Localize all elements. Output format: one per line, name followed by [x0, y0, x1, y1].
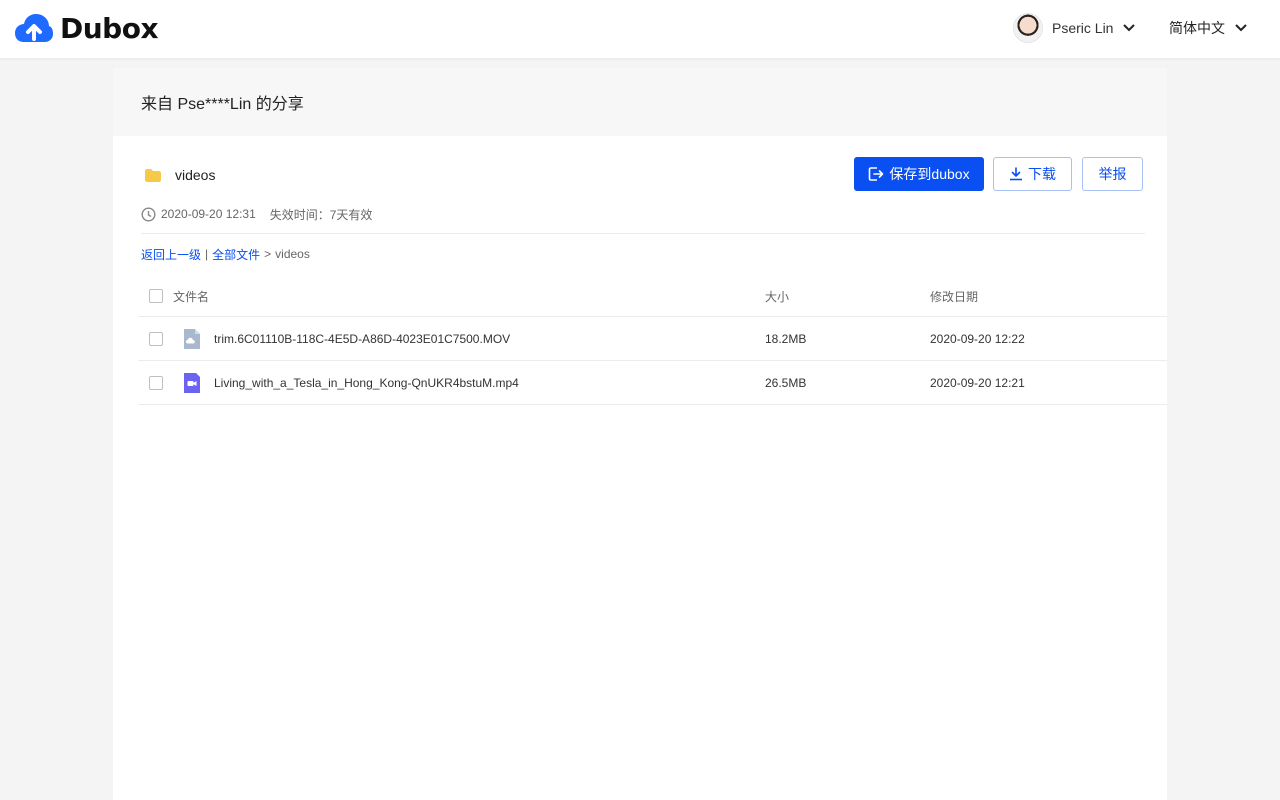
folder-icon [145, 168, 161, 182]
row-checkbox[interactable] [149, 331, 163, 346]
save-to-dubox-button[interactable]: 保存到dubox [854, 157, 984, 191]
chevron-down-icon [1123, 24, 1136, 32]
back-link[interactable]: 返回上一级 [141, 246, 201, 263]
file-size: 18.2MB [765, 332, 807, 346]
divider [141, 233, 1145, 234]
column-header-size: 大小 [765, 290, 790, 304]
folder-title: videos [145, 164, 215, 186]
language-selector[interactable]: 简体中文 [1169, 12, 1247, 44]
breadcrumb-current: videos [275, 247, 310, 261]
column-header-name: 文件名 [173, 290, 210, 304]
select-all-checkbox[interactable] [149, 288, 163, 303]
cloud-upload-icon [15, 14, 53, 42]
file-modified: 2020-09-20 12:21 [930, 376, 1025, 390]
save-label: 保存到dubox [889, 166, 970, 182]
download-icon [1009, 167, 1023, 181]
breadcrumb: 返回上一级 | 全部文件 > videos [141, 246, 310, 262]
avatar [1013, 13, 1043, 43]
share-header: 来自 Pse****Lin 的分享 [113, 68, 1167, 136]
table-header: 文件名 大小 修改日期 [138, 275, 1167, 317]
table-row[interactable]: Living_with_a_Tesla_in_Hong_Kong-QnUKR4b… [138, 361, 1167, 405]
share-date: 2020-09-20 12:31 [161, 207, 256, 221]
share-meta: 2020-09-20 12:31 失效时间：7天有效 [141, 205, 372, 223]
download-label: 下载 [1028, 166, 1056, 182]
all-files-link[interactable]: 全部文件 [212, 246, 260, 263]
breadcrumb-arrow: > [264, 247, 272, 261]
report-label: 举报 [1098, 166, 1127, 182]
file-size: 26.5MB [765, 376, 807, 390]
chevron-down-icon [1235, 24, 1247, 32]
column-header-modified: 修改日期 [930, 290, 979, 304]
share-expiry: 失效时间：7天有效 [269, 207, 373, 222]
table-row[interactable]: trim.6C01110B-118C-4E5D-A86D-4023E01C750… [138, 317, 1167, 361]
share-title: 来自 Pse****Lin 的分享 [141, 96, 304, 113]
breadcrumb-separator: | [205, 247, 209, 261]
folder-name: videos [175, 167, 216, 183]
video-file-icon [181, 372, 203, 394]
top-bar: Dubox Pseric Lin 简体中文 [0, 0, 1280, 58]
report-button[interactable]: 举报 [1082, 157, 1143, 191]
brand-name: Dubox [60, 11, 159, 45]
language-label: 简体中文 [1169, 20, 1225, 36]
file-name[interactable]: Living_with_a_Tesla_in_Hong_Kong-QnUKR4b… [214, 376, 519, 390]
export-icon [868, 166, 884, 182]
user-menu[interactable]: Pseric Lin [1013, 12, 1136, 44]
user-name: Pseric Lin [1052, 20, 1114, 36]
download-button[interactable]: 下载 [993, 157, 1072, 191]
row-checkbox[interactable] [149, 375, 163, 390]
dubox-logo[interactable]: Dubox [14, 11, 159, 45]
cloud-file-icon [181, 328, 203, 350]
file-name[interactable]: trim.6C01110B-118C-4E5D-A86D-4023E01C750… [214, 332, 510, 346]
clock-icon [141, 206, 156, 222]
share-card: 来自 Pse****Lin 的分享 videos 保存到dubox 下载 举报 [113, 68, 1167, 800]
file-modified: 2020-09-20 12:22 [930, 332, 1025, 346]
file-table: 文件名 大小 修改日期 trim.6C01110B-118C-4E5D-A86D… [138, 275, 1167, 405]
